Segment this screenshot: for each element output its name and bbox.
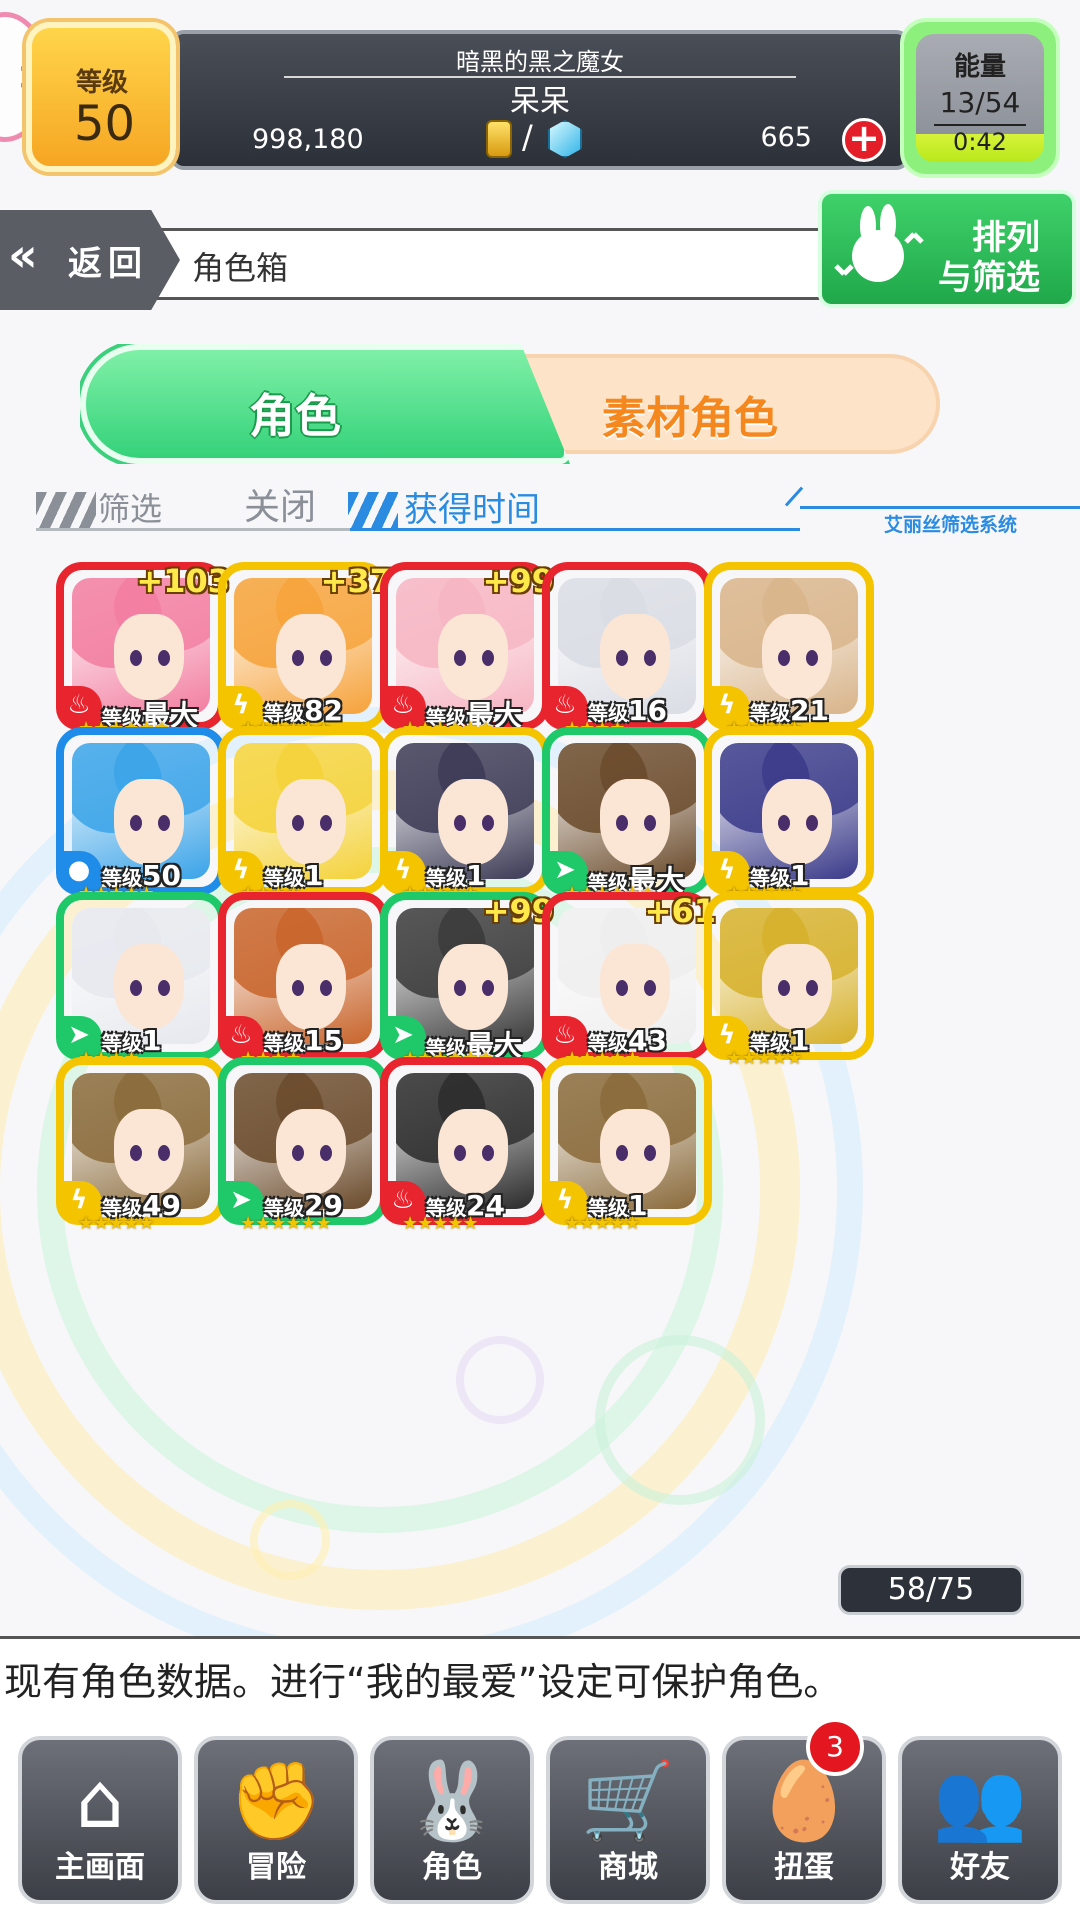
character-card[interactable]: ϟ 等级1 ★★★★ — [218, 727, 388, 904]
double-chevron-left-icon: « — [8, 228, 38, 282]
notification-badge: 3 — [806, 1718, 864, 1776]
add-currency-button[interactable]: + — [842, 118, 886, 162]
character-card[interactable]: ϟ 等级49 ★★★★★ — [56, 1057, 226, 1234]
sort-label-line2: 与筛选 — [938, 258, 1040, 298]
filter-label[interactable]: 筛选 — [98, 484, 162, 530]
nav-button-rabbit[interactable]: 🐰 角色 — [370, 1736, 534, 1904]
character-card[interactable]: ➤ 等级29 ★★★★★★ — [218, 1057, 388, 1234]
character-card[interactable]: ♨ 等级15 ★★★★ — [218, 892, 388, 1069]
handshake-icon: ✊ — [228, 1756, 324, 1845]
energy-box[interactable]: 能量 13/54 0:42 — [900, 18, 1060, 178]
character-card[interactable]: ♨ 等级最大 +103 ★★★★★★ — [56, 562, 230, 739]
tab-characters-label: 角色 — [249, 389, 341, 443]
filter-stripes — [36, 492, 96, 528]
nav-button-friends[interactable]: 👥 好友 — [898, 1736, 1062, 1904]
filter-underline — [36, 528, 356, 531]
level-value: 50 — [74, 96, 136, 152]
nav-button-handshake[interactable]: ✊ 冒险 — [194, 1736, 358, 1904]
nav-label: 主画面 — [55, 1850, 145, 1885]
sort-underline-right — [800, 506, 1080, 509]
gem-icon — [548, 120, 582, 158]
character-card[interactable]: ➤ 等级最大 ★★★★★★ — [542, 727, 712, 904]
energy-value: 13/54 — [939, 86, 1021, 119]
sort-filter-button[interactable]: 排列 与筛选 — [818, 190, 1076, 308]
nav-label: 角色 — [422, 1850, 482, 1885]
energy-panel: 能量 13/54 0:42 — [916, 34, 1044, 162]
nav-label: 扭蛋 — [774, 1850, 834, 1885]
player-name: 呆呆 — [510, 84, 570, 119]
nav-label: 冒险 — [246, 1850, 306, 1885]
coin-icon — [486, 120, 512, 158]
tab-characters[interactable]: 角色 — [80, 344, 570, 464]
plus-value: +103 — [136, 562, 230, 600]
gem-count: 665 — [760, 122, 812, 153]
player-title: 暗黑的黑之魔女 — [456, 48, 624, 76]
character-count: 58/75 — [838, 1565, 1024, 1615]
filter-row: 筛选 关闭 获得时间 艾丽丝筛选系统 — [0, 478, 1080, 536]
character-card[interactable]: ♨ 等级16 ★★★★ — [542, 562, 712, 739]
energy-label: 能量 — [953, 52, 1006, 82]
bottom-navigation: ⌂ 主画面 ✊ 冒险 🐰 角色 🛒 商城 🥚 扭蛋 3 👥 好友 — [0, 1712, 1080, 1920]
sort-underline-diagonal — [784, 486, 804, 507]
page-title: 角色箱 — [192, 249, 289, 287]
character-card[interactable]: ♨ 等级24 ★★★★★ — [380, 1057, 550, 1234]
back-button[interactable]: « 返回 — [0, 210, 180, 310]
egg-icon: 🥚 — [756, 1756, 852, 1845]
rarity-stars: ★★★★★ — [726, 1048, 803, 1069]
rarity-stars: ★★★★★ — [78, 1213, 155, 1234]
cart-icon: 🛒 — [580, 1756, 676, 1845]
character-card[interactable]: ♨ 等级43 +61 ★★★★★ — [542, 892, 716, 1069]
energy-divider — [934, 124, 1026, 126]
filter-system-label: 艾丽丝筛选系统 — [884, 514, 1018, 536]
tip-text: 现有角色数据。进行“我的最爱”设定可保护角色。 — [4, 1660, 842, 1704]
sort-stripes — [348, 492, 398, 528]
nav-label: 好友 — [950, 1850, 1010, 1885]
rarity-stars: ★★★★★ — [402, 1213, 479, 1234]
character-tabs: 素材角色 角色 — [80, 344, 1010, 464]
sort-order-label[interactable]: 获得时间 — [404, 482, 540, 531]
rarity-stars: ★★★★★★ — [240, 1213, 332, 1234]
currency-icons: / — [486, 116, 586, 160]
player-level-box: 等级 50 — [26, 22, 176, 172]
filter-state[interactable]: 关闭 — [244, 478, 316, 530]
level-label: 等级 — [76, 68, 129, 98]
back-label: 返回 — [68, 244, 148, 284]
nav-button-cart[interactable]: 🛒 商城 — [546, 1736, 710, 1904]
tip-bar: 现有角色数据。进行“我的最爱”设定可保护角色。 — [0, 1636, 1080, 1718]
sort-underline — [350, 528, 800, 531]
energy-timer: 0:42 — [953, 128, 1007, 156]
character-card[interactable]: ϟ 等级1 ★★★★★ — [542, 1057, 712, 1234]
character-card[interactable]: ➤ 等级最大 +99 ★★★★★★ — [380, 892, 554, 1069]
currency-separator: / — [522, 118, 533, 156]
character-card[interactable]: ϟ 等级82 +37 ★★★★★★ — [218, 562, 392, 739]
friends-icon: 👥 — [932, 1756, 1028, 1845]
nav-button-home[interactable]: ⌂ 主画面 — [18, 1736, 182, 1904]
coin-count: 998,180 — [252, 124, 364, 155]
rarity-stars: ★★★★★ — [564, 1213, 641, 1234]
character-card[interactable]: ϟ 等级1 ★★★★★ — [380, 727, 550, 904]
character-card[interactable]: ϟ 等级1 ★★★★★ — [704, 892, 874, 1069]
rabbit-icon: 🐰 — [404, 1756, 500, 1845]
rabbit-sort-icon — [834, 204, 924, 282]
nav-label: 商城 — [598, 1850, 658, 1885]
character-card[interactable]: ϟ 等级21 ★★★★★ — [704, 562, 874, 739]
home-icon: ⌂ — [75, 1756, 125, 1845]
top-status-bar: 暗黑的黑之魔女 呆呆 998,180 / 665 + › 等级 50 能量 13… — [0, 0, 1080, 180]
character-card[interactable]: ➤ 等级1 ★★★★ — [56, 892, 226, 1069]
header-row: 角色箱 « 返回 排列 与筛选 — [0, 190, 1080, 310]
character-card[interactable]: ● 等级50 ★★★★★ — [56, 727, 226, 904]
character-card[interactable]: ϟ 等级1 ★★★★★ — [704, 727, 874, 904]
character-card[interactable]: ♨ 等级最大 +99 ★★★★★★ — [380, 562, 554, 739]
nav-button-egg[interactable]: 🥚 扭蛋 3 — [722, 1718, 886, 1904]
player-banner: 暗黑的黑之魔女 呆呆 998,180 / 665 + — [170, 30, 910, 170]
